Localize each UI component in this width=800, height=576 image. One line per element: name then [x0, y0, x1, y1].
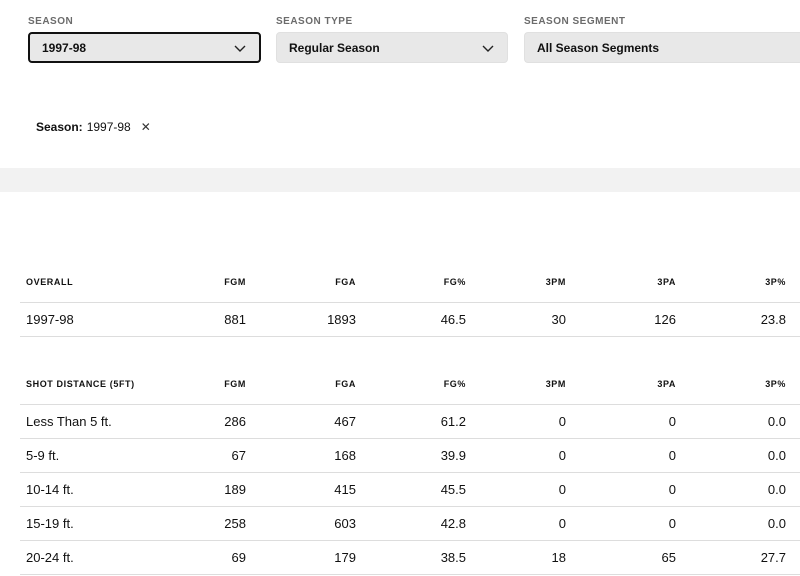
shot-distance-header-4[interactable]: 3PM — [480, 364, 580, 405]
overall-cell: 126 — [580, 302, 690, 337]
shot-distance-cell: 18 — [480, 540, 580, 575]
shot-distance-cell: 69 — [190, 540, 260, 575]
overall-header-3[interactable]: FG% — [370, 262, 480, 303]
shot-distance-cell: 0.0 — [690, 506, 800, 541]
shot-distance-cell: 0.0 — [690, 438, 800, 473]
active-filter-chip: Season: 1997-98 ✕ — [36, 120, 151, 134]
shot-distance-cell: 0 — [480, 404, 580, 439]
shot-distance-cell: 189 — [190, 472, 260, 507]
table-row: 5-9 ft. 67 168 39.9 0 0 0.0 — [20, 438, 800, 473]
shot-distance-cell: 20-24 ft. — [20, 540, 190, 575]
shot-distance-cell: 467 — [260, 404, 370, 439]
chevron-down-icon — [482, 45, 494, 52]
overall-header-6[interactable]: 3P% — [690, 262, 800, 303]
shot-distance-cell: 286 — [190, 404, 260, 439]
shot-distance-cell: 38.5 — [370, 540, 480, 575]
shot-distance-cell: 65 — [580, 540, 690, 575]
table-row: Less Than 5 ft. 286 467 61.2 0 0 0.0 — [20, 404, 800, 439]
shot-distance-cell: 0 — [480, 472, 580, 507]
overall-cell: 23.8 — [690, 302, 800, 337]
shot-distance-cell: 5-9 ft. — [20, 438, 190, 473]
shot-distance-cell: 603 — [260, 506, 370, 541]
overall-header-2[interactable]: FGA — [260, 262, 370, 303]
shot-distance-header-6[interactable]: 3P% — [690, 364, 800, 405]
overall-body: 1997-98 881 1893 46.5 30 126 23.8 — [20, 302, 800, 337]
shot-distance-cell: 10-14 ft. — [20, 472, 190, 507]
table-row: 20-24 ft. 69 179 38.5 18 65 27.7 — [20, 540, 800, 575]
chip-value: 1997-98 — [86, 120, 131, 134]
shot-distance-table: SHOT DISTANCE (5FT) FGM FGA FG% 3PM 3PA 3P% Le… — [20, 364, 800, 575]
shot-distance-header-5[interactable]: 3PA — [580, 364, 690, 405]
section-divider — [0, 168, 800, 192]
shot-distance-cell: 0 — [580, 506, 690, 541]
shot-distance-cell: 15-19 ft. — [20, 506, 190, 541]
season-segment-label: SEASON SEGMENT — [524, 16, 626, 27]
shot-distance-header-2[interactable]: FGA — [260, 364, 370, 405]
shot-distance-header-1[interactable]: FGM — [190, 364, 260, 405]
shot-distance-cell: 0.0 — [690, 472, 800, 507]
shot-distance-cell: 0 — [580, 404, 690, 439]
overall-cell: 881 — [190, 302, 260, 337]
table-row: 10-14 ft. 189 415 45.5 0 0 0.0 — [20, 472, 800, 507]
season-type-select[interactable]: Regular Season — [276, 32, 508, 63]
overall-header-row: OVERALL FGM FGA FG% 3PM 3PA 3P% — [20, 262, 800, 303]
shot-distance-cell: 42.8 — [370, 506, 480, 541]
season-type-select-value: Regular Season — [289, 40, 380, 55]
shot-distance-cell: 61.2 — [370, 404, 480, 439]
filters-panel: SEASON 1997-98 SEASON TYPE Regular Seaso… — [0, 0, 800, 168]
shot-distance-cell: Less Than 5 ft. — [20, 404, 190, 439]
overall-cell: 30 — [480, 302, 580, 337]
shot-distance-body: Less Than 5 ft. 286 467 61.2 0 0 0.0 5-9 ft. 67 1… — [20, 404, 800, 575]
shot-distance-header-3[interactable]: FG% — [370, 364, 480, 405]
close-icon[interactable]: ✕ — [141, 120, 151, 134]
shot-distance-cell: 45.5 — [370, 472, 480, 507]
season-segment-select[interactable]: All Season Segments — [524, 32, 800, 63]
shot-distance-cell: 258 — [190, 506, 260, 541]
shot-distance-cell: 0.0 — [690, 404, 800, 439]
shot-distance-cell: 0 — [480, 506, 580, 541]
shot-distance-cell: 415 — [260, 472, 370, 507]
chip-key: Season: — [36, 120, 83, 134]
overall-cell: 1893 — [260, 302, 370, 337]
shot-distance-cell: 168 — [260, 438, 370, 473]
shot-distance-cell: 39.9 — [370, 438, 480, 473]
overall-header-1[interactable]: FGM — [190, 262, 260, 303]
season-segment-select-value: All Season Segments — [537, 40, 660, 55]
chevron-down-icon — [234, 45, 246, 52]
overall-header-0: OVERALL — [20, 262, 190, 303]
overall-table: OVERALL FGM FGA FG% 3PM 3PA 3P% 1997-98 881 1893… — [20, 262, 800, 337]
shot-distance-cell: 0 — [580, 438, 690, 473]
season-select[interactable]: 1997-98 — [28, 32, 261, 63]
shot-distance-cell: 179 — [260, 540, 370, 575]
overall-cell: 1997-98 — [20, 302, 190, 337]
shot-distance-cell: 0 — [480, 438, 580, 473]
season-label: SEASON — [28, 16, 74, 27]
overall-header-4[interactable]: 3PM — [480, 262, 580, 303]
shot-distance-header-row: SHOT DISTANCE (5FT) FGM FGA FG% 3PM 3PA 3P% — [20, 364, 800, 405]
season-type-label: SEASON TYPE — [276, 16, 353, 27]
table-row: 1997-98 881 1893 46.5 30 126 23.8 — [20, 302, 800, 337]
shot-distance-header-0: SHOT DISTANCE (5FT) — [20, 364, 190, 405]
shot-distance-cell: 27.7 — [690, 540, 800, 575]
table-row: 15-19 ft. 258 603 42.8 0 0 0.0 — [20, 506, 800, 541]
season-select-value: 1997-98 — [42, 40, 87, 55]
overall-header-5[interactable]: 3PA — [580, 262, 690, 303]
shot-distance-cell: 67 — [190, 438, 260, 473]
overall-cell: 46.5 — [370, 302, 480, 337]
shot-distance-cell: 0 — [580, 472, 690, 507]
